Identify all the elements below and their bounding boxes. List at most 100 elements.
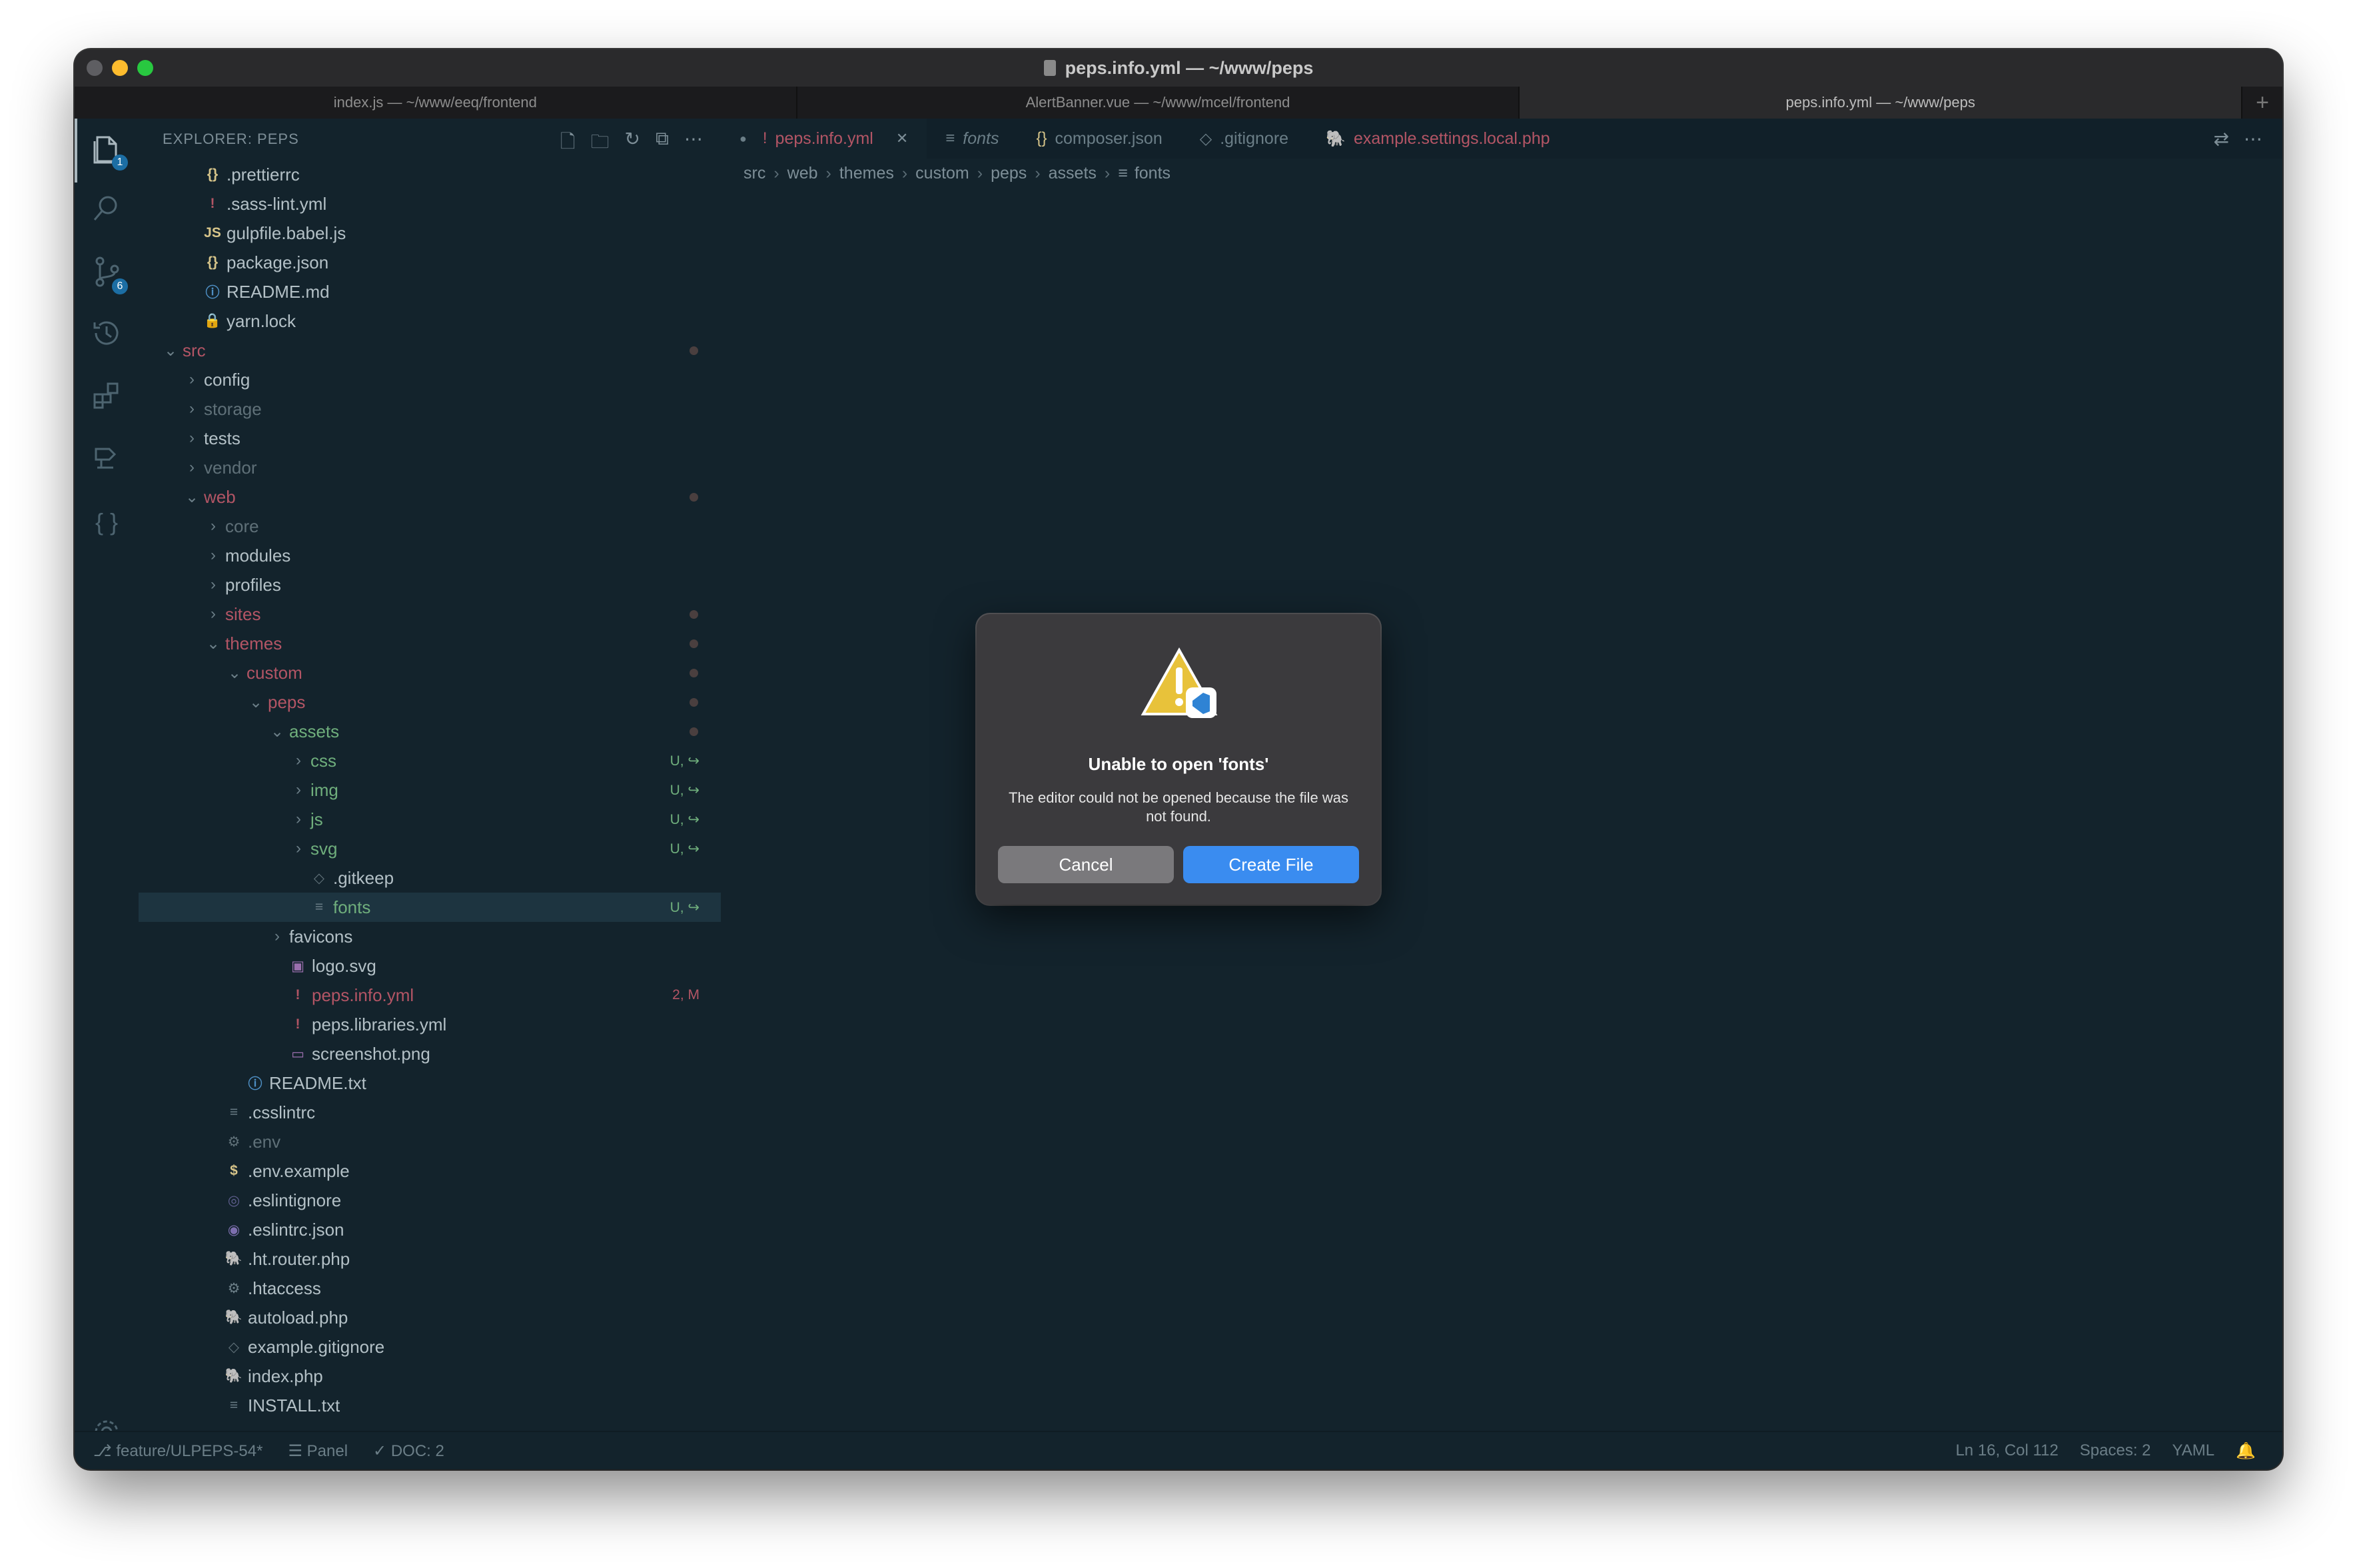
refresh-icon[interactable]: ↻	[625, 128, 641, 160]
editor-tab[interactable]: ≡ fonts	[927, 119, 1017, 159]
breadcrumb-item[interactable]: assets	[1049, 164, 1097, 183]
dialog-message: The editor could not be opened because t…	[1008, 789, 1349, 825]
file-item[interactable]: ◎ .eslintignore	[139, 1186, 721, 1215]
file-item[interactable]: {} package.json	[139, 248, 721, 277]
folder-item[interactable]: › svg U, ↪	[139, 834, 721, 863]
new-file-icon[interactable]: 🗋	[560, 128, 576, 160]
minimize-window-button[interactable]	[112, 60, 128, 76]
folder-item[interactable]: › js U, ↪	[139, 805, 721, 834]
file-type-icon: ▭	[291, 1046, 304, 1062]
window-tab-active[interactable]: peps.info.yml — ~/www/peps	[1520, 87, 2243, 119]
window-title: peps.info.yml — ~/www/peps	[1065, 57, 1314, 78]
search-icon[interactable]	[89, 193, 124, 228]
window-tab[interactable]: AlertBanner.vue — ~/www/mcel/frontend	[797, 87, 1520, 119]
file-item[interactable]: ◇ example.gitignore	[139, 1332, 721, 1362]
extensions-icon[interactable]	[89, 381, 124, 416]
tree-item-label: core	[225, 516, 259, 536]
folder-item[interactable]: ⌄ peps	[139, 687, 721, 717]
file-item[interactable]: ◇ .gitkeep	[139, 863, 721, 893]
file-item[interactable]: ≡ fonts U, ↪	[139, 893, 721, 922]
file-item[interactable]: ! peps.info.yml 2, M	[139, 980, 721, 1010]
branch-indicator[interactable]: ⎇ feature/ULPEPS-54*	[93, 1441, 262, 1461]
timeline-icon[interactable]	[89, 318, 124, 353]
tree-item-label: vendor	[204, 457, 257, 478]
editor-more-icon[interactable]: ⋯	[2244, 128, 2262, 150]
maximize-window-button[interactable]	[137, 60, 153, 76]
file-item[interactable]: ⓘ README.md	[139, 277, 721, 306]
json-outline-icon[interactable]: { }	[89, 505, 124, 540]
indentation[interactable]: Spaces: 2	[2080, 1441, 2151, 1461]
remote-explorer-icon[interactable]	[89, 442, 124, 477]
tab-label: peps.info.yml	[775, 129, 873, 148]
editor-tab[interactable]: 🐘 example.settings.local.php	[1307, 119, 1569, 159]
new-folder-icon[interactable]: 🗀	[591, 128, 610, 160]
folder-item[interactable]: › img U, ↪	[139, 775, 721, 805]
more-actions-icon[interactable]: ⋯	[684, 128, 704, 160]
folder-item[interactable]: ⌄ web	[139, 482, 721, 512]
file-item[interactable]: ≡ INSTALL.txt	[139, 1391, 721, 1420]
editor-tab[interactable]: {} composer.json	[1018, 119, 1181, 159]
file-type-icon: 🐘	[225, 1310, 243, 1325]
file-item[interactable]: ⚙ .htaccess	[139, 1274, 721, 1303]
file-item[interactable]: ▣ logo.svg	[139, 951, 721, 980]
chevron-right-icon: ›	[825, 163, 831, 183]
create-file-button[interactable]: Create File	[1183, 846, 1359, 883]
source-control-icon[interactable]: 6	[89, 256, 128, 294]
compare-changes-icon[interactable]: ⇄	[2214, 128, 2229, 150]
close-tab-icon[interactable]: ✕	[896, 130, 908, 147]
folder-item[interactable]: › sites	[139, 599, 721, 629]
file-item[interactable]: 🔒 yarn.lock	[139, 306, 721, 336]
folder-item[interactable]: ⌄ custom	[139, 658, 721, 687]
file-item[interactable]: 🐘 .ht.router.php	[139, 1244, 721, 1274]
file-item[interactable]: ◉ .eslintrc.json	[139, 1215, 721, 1244]
file-type-icon: 🔒	[203, 313, 222, 328]
editor-tab[interactable]: ◇ .gitignore	[1181, 119, 1307, 159]
cursor-position[interactable]: Ln 16, Col 112	[1955, 1441, 2058, 1461]
close-window-button[interactable]	[87, 60, 103, 76]
tree-item-label: .gitkeep	[333, 867, 394, 888]
cancel-button[interactable]: Cancel	[998, 846, 1174, 883]
file-item[interactable]: ! .sass-lint.yml	[139, 189, 721, 218]
file-type-icon: ≡	[1118, 163, 1128, 183]
file-item[interactable]: $ .env.example	[139, 1156, 721, 1186]
folder-item[interactable]: ⌄ themes	[139, 629, 721, 658]
file-item[interactable]: JS gulpfile.babel.js	[139, 218, 721, 248]
folder-item[interactable]: › vendor	[139, 453, 721, 482]
file-item[interactable]: ⓘ README.txt	[139, 1068, 721, 1098]
panel-label: Panel	[306, 1441, 348, 1460]
window-tab[interactable]: index.js — ~/www/eeq/frontend	[75, 87, 797, 119]
file-item[interactable]: ≡ .csslintrc	[139, 1098, 721, 1127]
folder-item[interactable]: › css U, ↪	[139, 746, 721, 775]
breadcrumb-item[interactable]: custom	[915, 164, 969, 183]
folder-item[interactable]: › modules	[139, 541, 721, 570]
breadcrumb-item[interactable]: web	[787, 164, 818, 183]
file-item[interactable]: ⚙ .env	[139, 1127, 721, 1156]
folder-item[interactable]: › core	[139, 512, 721, 541]
file-item[interactable]: 🐘 index.php	[139, 1362, 721, 1391]
folder-item[interactable]: › storage	[139, 394, 721, 424]
file-item[interactable]: ▭ screenshot.png	[139, 1039, 721, 1068]
doc-status[interactable]: ✓ DOC: 2	[373, 1441, 444, 1461]
breadcrumb-item[interactable]: peps	[991, 164, 1027, 183]
folder-item[interactable]: › favicons	[139, 922, 721, 951]
folder-item[interactable]: › config	[139, 365, 721, 394]
language-mode[interactable]: YAML	[2172, 1441, 2215, 1461]
notifications-icon[interactable]: 🔔	[2236, 1441, 2256, 1461]
folder-item[interactable]: ⌄ src	[139, 336, 721, 365]
panel-toggle[interactable]: ☰ Panel	[288, 1441, 348, 1461]
collapse-all-icon[interactable]: ⧉	[656, 128, 670, 160]
folder-item[interactable]: ⌄ assets	[139, 717, 721, 746]
folder-item[interactable]: › tests	[139, 424, 721, 453]
file-item[interactable]: 🐘 autoload.php	[139, 1303, 721, 1332]
chevron-icon: ›	[211, 517, 216, 535]
breadcrumb-item[interactable]: fonts	[1135, 164, 1171, 183]
explorer-icon[interactable]: 1	[89, 132, 128, 171]
breadcrumb-item[interactable]: themes	[839, 164, 894, 183]
editor-tab[interactable]: ●! peps.info.yml ✕	[721, 119, 927, 159]
file-item[interactable]: ! peps.libraries.yml	[139, 1010, 721, 1039]
add-tab-button[interactable]: +	[2242, 87, 2282, 119]
file-item[interactable]: {} .prettierrc	[139, 160, 721, 189]
folder-item[interactable]: › profiles	[139, 570, 721, 599]
breadcrumb-item[interactable]: src	[743, 164, 765, 183]
chevron-icon: ›	[189, 458, 195, 476]
